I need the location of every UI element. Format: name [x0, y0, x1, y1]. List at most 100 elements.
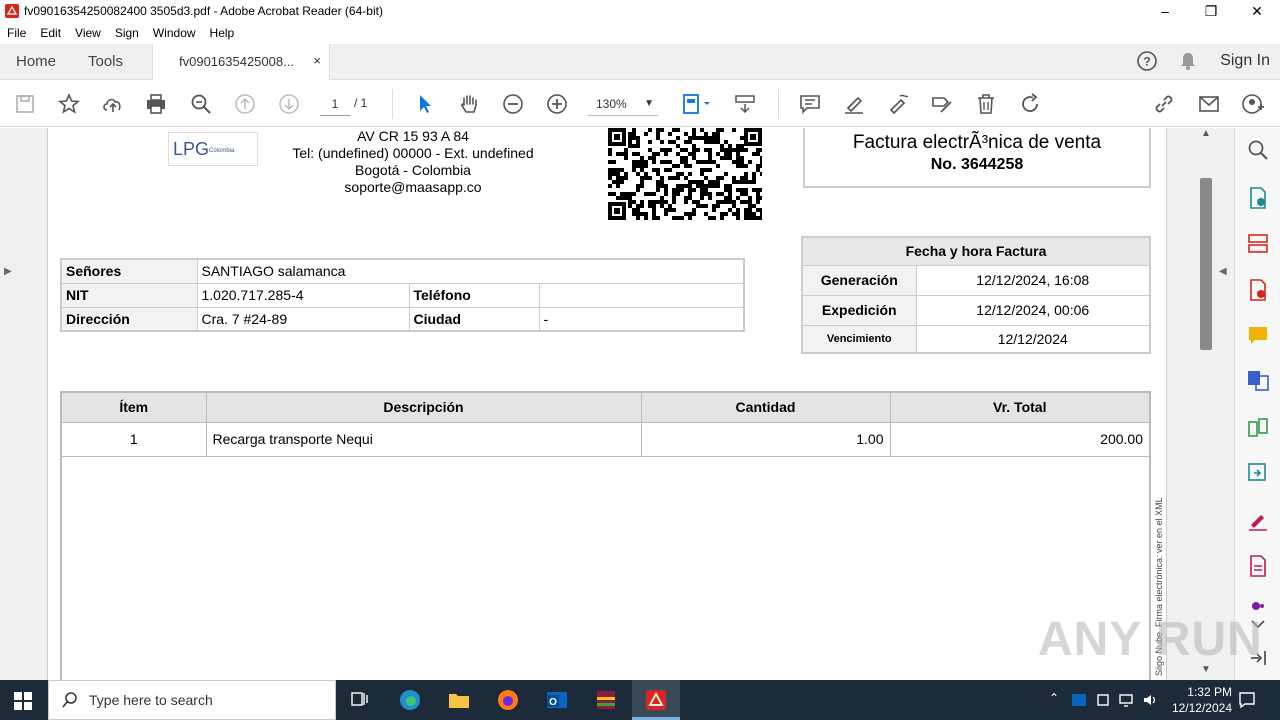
notification-center-icon[interactable]: [1238, 691, 1256, 709]
compare-icon[interactable]: [1246, 416, 1270, 440]
fill-sign-button[interactable]: [929, 91, 955, 117]
outlook-tray-icon[interactable]: [1071, 692, 1087, 708]
senores-value: SANTIAGO salamanca: [196, 258, 745, 284]
title-bar: fv09016354250082400 3505d3.pdf - Adobe A…: [0, 0, 1280, 22]
telefono-value: [538, 282, 745, 308]
left-panel-toggle-icon[interactable]: ▶: [4, 266, 12, 277]
issuer-city: Bogotá - Colombia: [355, 162, 471, 178]
search-icon[interactable]: [1246, 138, 1270, 162]
tab-close-button[interactable]: ×: [313, 53, 321, 68]
zoom-in-button[interactable]: [544, 91, 570, 117]
page-number-input[interactable]: 1: [320, 92, 350, 116]
svg-text:?: ?: [1144, 55, 1151, 69]
col-header-total: Vr. Total: [889, 391, 1151, 423]
item-description: Recarga transporte Nequi: [205, 421, 642, 457]
close-window-button[interactable]: ✕: [1234, 0, 1280, 22]
rotate-button[interactable]: [1017, 91, 1043, 117]
add-person-icon: [1242, 94, 1264, 114]
scroll-mode-button[interactable]: [732, 91, 758, 117]
draw-button[interactable]: [885, 91, 911, 117]
firefox-taskbar-button[interactable]: [494, 686, 522, 714]
right-panel-toggle-icon[interactable]: ◀: [1219, 266, 1227, 277]
vertical-scrollbar[interactable]: ▲ ▼: [1196, 128, 1216, 680]
menu-edit[interactable]: Edit: [33, 26, 68, 40]
zoom-out-button[interactable]: [500, 91, 526, 117]
pen-draw-icon: [889, 94, 909, 115]
task-view-button[interactable]: [346, 686, 374, 714]
organize-pages-icon[interactable]: [1246, 231, 1270, 255]
next-page-button[interactable]: [276, 91, 302, 117]
tab-tools[interactable]: Tools: [88, 53, 123, 70]
page-fit-button[interactable]: [676, 91, 716, 117]
send-for-review-icon[interactable]: [1246, 461, 1270, 485]
tab-document[interactable]: fv0901635425008... ×: [152, 44, 330, 80]
save-button[interactable]: [12, 91, 38, 117]
search-icon: [62, 692, 77, 708]
ciudad-value: -: [538, 306, 745, 332]
taskbar-clock[interactable]: 1:32 PM 12/12/2024: [1172, 684, 1232, 716]
menu-window[interactable]: Window: [146, 26, 203, 40]
zoom-level-dropdown[interactable]: 130% ▼: [588, 92, 658, 116]
document-viewport[interactable]: LPG Colombia AV CR 15 93 A 84 Tel: (unde…: [0, 128, 1234, 680]
logo-text: LPG: [173, 139, 210, 159]
add-user-button[interactable]: [1240, 91, 1266, 117]
file-explorer-taskbar-button[interactable]: [445, 686, 473, 714]
maximize-button[interactable]: ❐: [1188, 0, 1234, 22]
minimize-button[interactable]: –: [1142, 0, 1188, 22]
tray-chevron-up-icon[interactable]: ⌃: [1049, 691, 1059, 705]
combine-files-icon[interactable]: [1246, 368, 1270, 392]
menu-sign[interactable]: Sign: [108, 26, 146, 40]
edge-taskbar-button[interactable]: [396, 686, 424, 714]
fill-and-sign-icon[interactable]: [1246, 508, 1270, 532]
email-button[interactable]: [1196, 91, 1222, 117]
hand-icon: [461, 95, 477, 113]
outlook-taskbar-button[interactable]: O: [543, 686, 571, 714]
network-icon[interactable]: [1118, 692, 1134, 708]
vencimiento-label: Vencimiento: [801, 324, 917, 354]
chevron-down-icon: ▼: [644, 98, 654, 109]
volume-icon[interactable]: [1142, 692, 1158, 708]
acrobat-taskbar-button[interactable]: [632, 680, 680, 720]
invoice-dates-table: Fecha y hora Factura Generación 12/12/20…: [801, 236, 1151, 354]
expedicion-value: 12/12/2024, 00:06: [915, 294, 1151, 326]
menu-help[interactable]: Help: [203, 26, 242, 40]
scroll-up-arrow-icon[interactable]: ▲: [1201, 128, 1211, 139]
windows-start-icon[interactable]: [14, 692, 32, 710]
tab-document-label: fv0901635425008...: [179, 54, 294, 69]
sign-in-link[interactable]: Sign In: [1220, 52, 1270, 70]
taskbar-search-box[interactable]: Type here to search: [48, 680, 336, 720]
toolbar: 1 / 1 130% ▼: [0, 81, 1280, 127]
delete-button[interactable]: [973, 91, 999, 117]
menu-view[interactable]: View: [68, 26, 108, 40]
logo-subtext: Colombia: [209, 148, 235, 154]
comment-panel-icon[interactable]: [1246, 324, 1270, 348]
create-pdf-icon[interactable]: [1246, 278, 1270, 302]
comment-button[interactable]: [797, 91, 823, 117]
customer-info-table: Señores SANTIAGO salamanca NIT 1.020.717…: [60, 258, 745, 332]
share-link-button[interactable]: [1151, 91, 1177, 117]
svg-text:O: O: [549, 697, 557, 708]
winrar-taskbar-button[interactable]: [592, 686, 620, 714]
previous-page-button[interactable]: [232, 91, 258, 117]
tab-home[interactable]: Home: [16, 53, 56, 70]
scrollbar-thumb[interactable]: [1200, 178, 1212, 350]
fit-page-icon: [683, 94, 710, 114]
clock-time: 1:32 PM: [1187, 685, 1232, 699]
notification-bell-icon[interactable]: [1178, 51, 1198, 71]
hand-tool-button[interactable]: [456, 91, 482, 117]
export-pdf-icon[interactable]: [1246, 186, 1270, 210]
highlight-button[interactable]: [841, 91, 867, 117]
bookmark-button[interactable]: [56, 91, 82, 117]
search-zoom-icon: [191, 94, 211, 114]
menu-file[interactable]: File: [0, 26, 33, 40]
print-button[interactable]: [143, 91, 169, 117]
cursor-arrow-icon: [420, 95, 431, 113]
help-icon[interactable]: ?: [1136, 50, 1158, 72]
search-button[interactable]: [188, 91, 214, 117]
more-tools-icon[interactable]: [1246, 554, 1270, 578]
trash-icon: [978, 94, 994, 114]
upload-button[interactable]: [100, 91, 126, 117]
dates-header: Fecha y hora Factura: [801, 236, 1151, 266]
select-tool-button[interactable]: [412, 91, 438, 117]
security-tray-icon[interactable]: [1095, 692, 1111, 708]
